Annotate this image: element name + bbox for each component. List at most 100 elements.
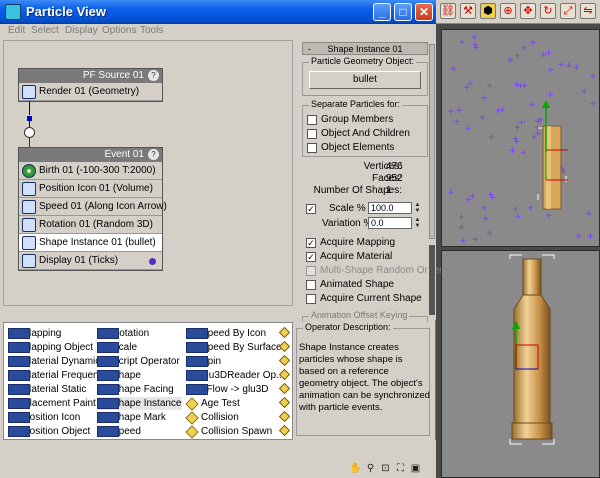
object-elements-checkbox[interactable]: Object Elements — [307, 142, 394, 154]
acquire-mapping-checkbox[interactable]: ✓ Acquire Mapping — [306, 237, 395, 249]
close-button[interactable]: ✕ — [415, 3, 433, 21]
depot-item[interactable]: Shape — [97, 369, 141, 382]
mirror-icon[interactable]: ⇋ — [580, 3, 596, 19]
no-zoom-icon[interactable]: ▣ — [409, 462, 422, 475]
group-members-checkbox[interactable]: Group Members — [307, 114, 393, 126]
menu-tools[interactable]: Tools — [140, 25, 163, 36]
main-toolbar: ⛓ ⚒ ⬢ ⊕ ✥ ↻ ⤢ ⇋ — [436, 0, 600, 24]
depot-item[interactable]: Collision — [185, 411, 239, 425]
scrollbar-thumb[interactable] — [429, 44, 435, 239]
menu-options[interactable]: Options — [102, 25, 136, 36]
pan-icon[interactable]: ✋ — [349, 462, 362, 475]
variation-spinner-arrows[interactable]: ▲ ▼ — [413, 217, 422, 229]
object-and-children-checkbox[interactable]: Object And Children — [307, 128, 410, 140]
viewport-perspective-scene — [509, 254, 555, 445]
depot-item[interactable]: Rotation — [97, 327, 149, 340]
particle-tick: + — [512, 135, 520, 145]
event-title[interactable]: Event 01 ? — [19, 148, 162, 162]
shape-instance-rollout[interactable]: - Shape Instance 01 — [302, 42, 428, 55]
depot-item[interactable]: Position Object — [8, 425, 90, 438]
display-color-swatch[interactable] — [149, 258, 156, 265]
depot-item[interactable]: Material Static — [8, 383, 86, 396]
unlink-icon[interactable]: ⚒ — [460, 3, 476, 19]
variation-spinner-input[interactable]: 0.0 — [368, 217, 412, 229]
depot-item[interactable]: Speed By Icon — [186, 327, 266, 340]
title-bar[interactable]: Particle View _ □ ✕ — [0, 0, 436, 24]
checkbox-label: Acquire Mapping — [320, 237, 396, 248]
depot-item[interactable]: Age Test — [185, 397, 240, 411]
help-icon[interactable]: ? — [148, 70, 159, 81]
depot-item[interactable]: Position Icon — [8, 411, 80, 424]
particle-tick: + — [507, 55, 515, 65]
zoom-extents-icon[interactable]: ⛶ — [394, 462, 407, 475]
animated-shape-checkbox[interactable]: Animated Shape — [306, 279, 394, 291]
pf-source-node[interactable]: PF Source 01 ? Render 01 (Geometry) — [18, 68, 163, 102]
separate-group-title: Separate Particles for: — [309, 99, 403, 109]
depot-item[interactable]: Material Dynamic — [8, 355, 100, 368]
operator-depot[interactable]: Mapping Mapping Object Material Dynamic … — [3, 322, 293, 440]
bind-icon[interactable]: ⊕ — [500, 3, 516, 19]
depot-item[interactable]: Spin — [186, 355, 221, 368]
depot-item[interactable]: Material Frequency — [8, 369, 109, 382]
select-icon[interactable]: ⬢ — [480, 3, 496, 19]
particle-tick: + — [575, 232, 583, 242]
geometry-object-button[interactable]: bullet — [309, 71, 421, 89]
source-operator[interactable]: Render 01 (Geometry) — [19, 83, 162, 101]
menu-edit[interactable]: Edit — [8, 25, 25, 36]
pf-source-title[interactable]: PF Source 01 ? — [19, 69, 162, 83]
depot-item[interactable]: Speed — [97, 425, 141, 438]
viewport-perspective[interactable] — [441, 250, 600, 478]
particle-tick: + — [453, 118, 461, 128]
mapping-object-icon — [8, 342, 30, 353]
event-input-ring[interactable] — [24, 127, 35, 138]
event-operator[interactable]: Birth 01 (-100-300 T:2000) — [19, 162, 162, 180]
event-node[interactable]: Event 01 ? Birth 01 (-100-300 T:2000) Po… — [18, 147, 167, 271]
particle-tick: + — [472, 235, 480, 245]
depot-item[interactable]: pFlow -> glu3D — [186, 383, 269, 396]
depot-item[interactable]: glu3DReader Op... — [186, 369, 284, 382]
maximize-button[interactable]: □ — [394, 3, 412, 21]
zoom-icon[interactable]: ⚲ — [364, 462, 377, 475]
particle-graph[interactable]: PF Source 01 ? Render 01 (Geometry) Even… — [3, 40, 293, 306]
event-operator[interactable]: Display 01 (Ticks) — [19, 252, 162, 270]
depot-item-label: Script Operator — [112, 356, 180, 367]
event-operator[interactable]: Position Icon 01 (Volume) — [19, 180, 162, 198]
menu-select[interactable]: Select — [31, 25, 59, 36]
acquire-current-shape-checkbox[interactable]: Acquire Current Shape — [306, 293, 422, 305]
scrollbar-track[interactable] — [429, 245, 435, 315]
scale-spinner-arrows[interactable]: ▲ ▼ — [413, 202, 422, 214]
rotate-icon[interactable]: ↻ — [540, 3, 556, 19]
acquire-material-checkbox[interactable]: ✓ Acquire Material — [306, 251, 392, 263]
move-icon[interactable]: ✥ — [520, 3, 536, 19]
rollout-toggle[interactable]: - — [308, 43, 311, 55]
depot-item[interactable]: Placement Paint — [8, 397, 96, 410]
event-operator-label: Display 01 (Ticks) — [39, 255, 119, 266]
menu-display[interactable]: Display — [65, 25, 98, 36]
depot-item[interactable]: Speed By Surface — [186, 341, 282, 354]
viewport-top[interactable]: + + + + + + + + + + + + + + + + + + + + + + + + + + + + + + + + + + + + + + + +… — [441, 29, 600, 247]
minimize-button[interactable]: _ — [373, 3, 391, 21]
depot-item-selected[interactable]: Shape Instance — [97, 397, 182, 410]
scale-spinner-input[interactable]: 100.0 — [368, 202, 412, 214]
depot-item-label: Mapping Object — [23, 342, 94, 353]
scale-checkbox[interactable]: ✓ — [306, 203, 320, 215]
event-operator[interactable]: Speed 01 (Along Icon Arrow) — [19, 198, 167, 216]
particle-tick: + — [514, 212, 522, 222]
particle-tick: + — [580, 87, 588, 97]
depot-item[interactable]: Mapping Object — [8, 341, 93, 354]
depot-item[interactable]: Shape Facing — [97, 383, 174, 396]
link-icon[interactable]: ⛓ — [440, 3, 456, 19]
event-operator-selected[interactable]: Shape Instance 01 (bullet) — [19, 234, 162, 252]
event-operator[interactable]: Rotation 01 (Random 3D) — [19, 216, 162, 234]
particle-tick: + — [517, 81, 525, 91]
zoom-region-icon[interactable]: ⊡ — [379, 462, 392, 475]
depot-item[interactable]: Collision Spawn — [185, 425, 272, 439]
scale-icon[interactable]: ⤢ — [560, 3, 576, 19]
depot-item[interactable]: Scale — [97, 341, 137, 354]
help-icon[interactable]: ? — [148, 149, 159, 160]
depot-item[interactable]: Mapping — [8, 327, 61, 340]
depot-item[interactable]: Shape Mark — [97, 411, 166, 424]
depot-item[interactable]: Script Operator — [97, 355, 180, 368]
particle-tick: + — [527, 203, 535, 213]
parameters-scrollbar[interactable] — [428, 40, 436, 320]
